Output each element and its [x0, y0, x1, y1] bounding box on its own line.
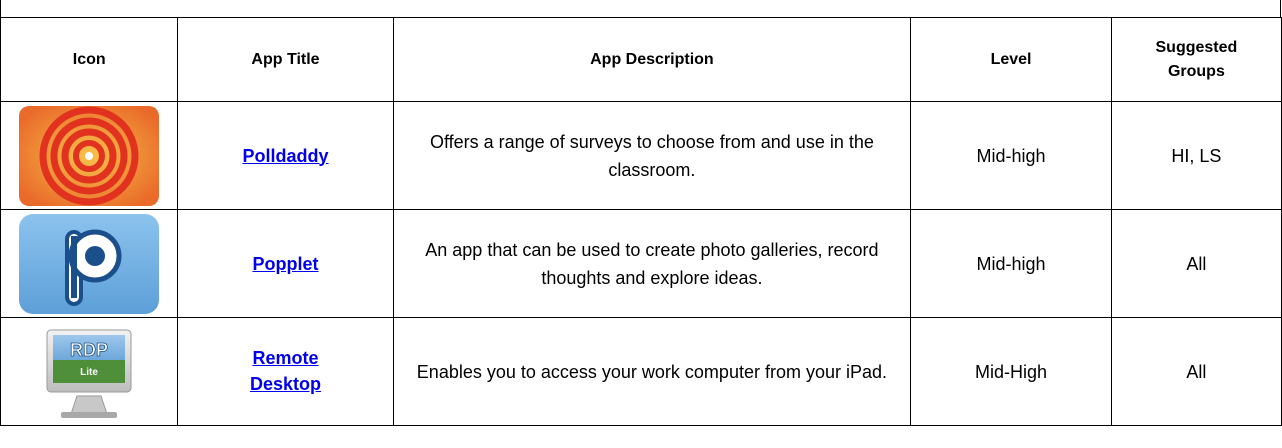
- level-cell: Mid-High: [910, 317, 1112, 426]
- groups-cell: HI, LS: [1110, 101, 1282, 210]
- table-top-strip: [0, 0, 1281, 17]
- header-icon: Icon: [0, 17, 179, 102]
- icon-cell: [0, 101, 179, 210]
- app-description-cell: Enables you to access your work computer…: [392, 317, 912, 426]
- polldaddy-spiral-icon: [19, 105, 160, 206]
- remote-desktop-monitor-icon: RDP Lite: [46, 329, 132, 418]
- app-title-cell: Remote Desktop: [177, 317, 394, 426]
- app-title-cell: Popplet: [177, 209, 394, 318]
- header-groups-line2: Groups: [1167, 62, 1225, 80]
- header-groups-line1: Suggested: [1155, 38, 1238, 56]
- apps-table: Icon App Title App Description Level Sug…: [0, 17, 1282, 426]
- level-cell: Mid-high: [910, 101, 1112, 210]
- app-title-cell: Polldaddy: [177, 101, 394, 210]
- icon-cell: RDP Lite: [0, 317, 179, 426]
- app-description-cell: Offers a range of surveys to choose from…: [392, 101, 912, 210]
- header-app-title: App Title: [177, 17, 394, 102]
- popplet-p-icon: [19, 213, 160, 314]
- popplet-link[interactable]: Popplet: [252, 254, 318, 274]
- header-suggested-groups: Suggested Groups: [1110, 17, 1282, 102]
- table-row: Popplet An app that can be used to creat…: [0, 209, 1282, 318]
- level-cell: Mid-high: [910, 209, 1112, 318]
- table-row: Polldaddy Offers a range of surveys to c…: [0, 101, 1282, 210]
- polldaddy-link[interactable]: Polldaddy: [242, 146, 328, 166]
- app-description-cell: An app that can be used to create photo …: [392, 209, 912, 318]
- groups-cell: All: [1110, 317, 1282, 426]
- header-row: Icon App Title App Description Level Sug…: [0, 17, 1282, 102]
- header-app-description: App Description: [392, 17, 912, 102]
- remote-desktop-link[interactable]: Remote Desktop: [235, 345, 335, 397]
- lite-icon-text: Lite: [80, 367, 98, 378]
- groups-cell: All: [1110, 209, 1282, 318]
- header-level: Level: [910, 17, 1112, 102]
- rdp-icon-text: RDP: [70, 340, 108, 360]
- table-row: RDP Lite Remote Desktop Enables you to a…: [0, 317, 1282, 426]
- icon-cell: [0, 209, 179, 318]
